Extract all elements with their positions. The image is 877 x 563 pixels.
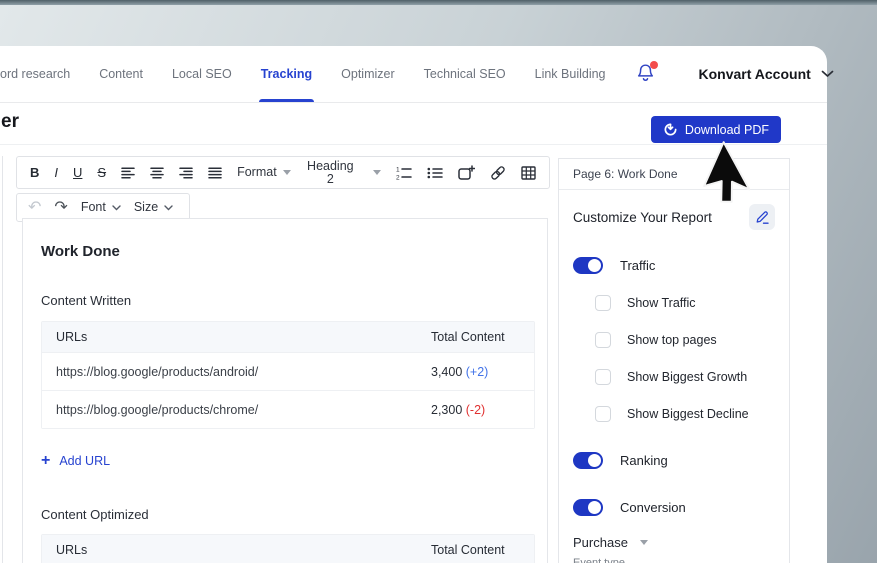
align-right-button[interactable] [179,166,193,179]
show-top-pages-checkbox[interactable] [595,332,611,348]
svg-text:2: 2 [396,174,400,179]
edit-report-button[interactable] [749,204,775,230]
link-button[interactable] [490,165,506,181]
delta-badge: (-2) [465,402,486,417]
notification-dot [649,61,658,69]
ordered-list-button[interactable]: 12 [396,166,412,180]
dropdown-arrow-icon [282,170,291,175]
svg-text:1: 1 [396,166,400,173]
table-header-row: URLs Total Content [42,535,534,563]
bullet-list-button[interactable] [427,167,443,179]
table-header-row: URLs Total Content [42,322,534,352]
report-document[interactable]: Work Done Content Written URLs Total Con… [22,218,548,563]
ranking-toggle-label: Ranking [620,453,668,468]
size-dropdown[interactable]: Size [134,201,173,214]
add-url-button[interactable]: + Add URL [41,453,110,469]
section-title-content-optimized: Content Optimized [41,507,149,522]
report-settings-sidebar: Page 6: Work Done Customize Your Report … [558,158,790,563]
purchase-dropdown[interactable]: Purchase [573,535,775,550]
document-title: Work Done [41,243,120,260]
app-window: ord research Content Local SEO Tracking … [0,46,834,563]
total-value: 2,300 [431,402,463,417]
align-justify-button[interactable] [208,166,222,179]
undo-button[interactable]: ↶ [28,199,41,216]
nav-tab-technical-seo[interactable]: Technical SEO [424,46,506,102]
bold-button[interactable]: B [30,166,39,179]
underline-button[interactable]: U [73,166,82,179]
column-header-urls: URLs [56,543,88,557]
total-value: 3,400 [431,364,463,379]
pencil-icon [755,209,770,225]
event-type-label: Event type [573,557,625,563]
column-header-total: Total Content [431,330,505,344]
content-optimized-table: URLs Total Content [41,534,535,563]
nav-tab-keyword-research[interactable]: ord research [0,46,70,102]
nav-tab-link-building[interactable]: Link Building [535,46,606,102]
nav-tab-content[interactable]: Content [99,46,143,102]
customize-report-title: Customize Your Report [573,209,712,225]
conversion-toggle-label: Conversion [620,500,686,515]
page-header: er Download PDF [0,103,827,145]
editor-toolbar-row1: B I U S Format Heading 2 1 2 [16,156,550,189]
show-traffic-checkbox[interactable] [595,295,611,311]
notification-bell-button[interactable] [635,61,658,86]
top-navbar: ord research Content Local SEO Tracking … [0,46,834,103]
column-header-urls: URLs [56,330,88,344]
heading-dropdown[interactable]: Heading 2 [306,160,381,185]
dropdown-arrow-icon [373,170,381,175]
format-dropdown[interactable]: Format [237,166,291,179]
italic-button[interactable]: I [54,166,58,179]
nav-tab-optimizer[interactable]: Optimizer [341,46,394,102]
table-row: https://blog.google/products/chrome/ 2,3… [42,390,534,428]
redo-button[interactable]: ↷ [54,199,67,216]
content-written-table: URLs Total Content https://blog.google/p… [41,321,535,429]
url-cell: https://blog.google/products/chrome/ [56,402,259,417]
url-cell: https://blog.google/products/android/ [56,364,259,379]
account-menu[interactable]: Konvart Account [699,66,834,82]
show-biggest-decline-checkbox[interactable] [595,406,611,422]
screen: ord research Content Local SEO Tracking … [0,0,877,563]
column-header-total: Total Content [431,543,505,557]
page-title: er [1,111,19,132]
chevron-down-icon [821,70,834,78]
editor-frame-edge [2,156,3,563]
conversion-toggle[interactable] [573,499,603,516]
page-indicator: Page 6: Work Done [559,159,789,190]
nav-tab-tracking[interactable]: Tracking [258,46,315,102]
chevron-down-icon [112,204,121,211]
chevron-down-icon [164,204,173,211]
align-left-button[interactable] [121,166,135,179]
align-center-button[interactable] [150,166,164,179]
delta-badge: (+2) [465,364,489,379]
font-dropdown[interactable]: Font [81,201,121,214]
show-biggest-growth-checkbox[interactable] [595,369,611,385]
traffic-toggle[interactable] [573,257,603,274]
nav-tab-local-seo[interactable]: Local SEO [172,46,232,102]
traffic-toggle-label: Traffic [620,258,656,273]
table-row: https://blog.google/products/android/ 3,… [42,352,534,390]
plus-icon: + [41,452,51,469]
download-icon [663,122,678,137]
insert-image-button[interactable] [458,164,475,181]
download-pdf-button[interactable]: Download PDF [650,116,781,143]
ranking-toggle[interactable] [573,452,603,469]
download-pdf-label: Download PDF [684,122,769,137]
dropdown-arrow-icon [639,540,648,545]
strikethrough-button[interactable]: S [97,166,106,179]
section-title-content-written: Content Written [41,293,132,308]
table-button[interactable] [521,165,536,180]
account-name: Konvart Account [698,66,811,82]
